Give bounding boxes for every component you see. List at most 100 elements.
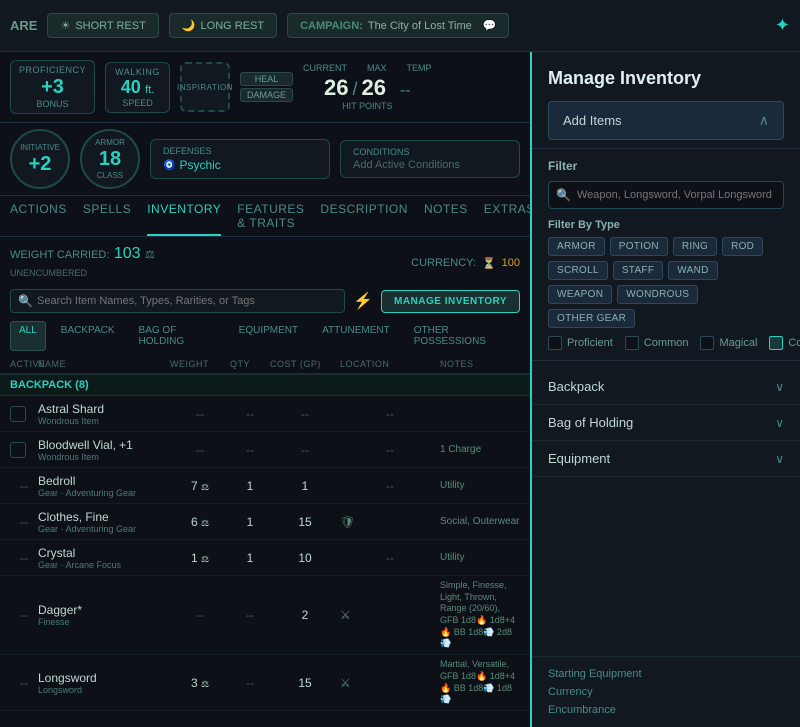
add-items-label: Add Items [563,113,622,128]
chat-icon[interactable]: 💬 [483,19,497,32]
manage-header: Manage Inventory Add Items ∧ [532,52,800,149]
star-icon: ✦ [775,15,790,36]
item-checkbox-bloodwell-vial[interactable] [10,442,26,458]
manage-title: Manage Inventory [548,68,784,89]
stats-row-2: INITIATIVE +2 ARMOR 18 CLASS DEFENSES 🧿 … [0,123,530,196]
left-panel: PROFICIENCY +3 BONUS WALKING 40 ft. SPEE… [0,52,530,727]
type-chip-staff[interactable]: STAFF [613,261,663,280]
bag-tab-all[interactable]: ALL [10,321,46,351]
damage-button[interactable]: DAMAGE [240,88,293,102]
type-chips: ARMOR POTION RING ROD SCROLL STAFF WAND … [548,237,784,328]
col-cost: COST (GP) [270,359,340,369]
short-rest-button[interactable]: ☀ SHORT REST [47,13,158,38]
col-name: NAME [38,359,170,369]
filter-section: Filter 🔍 Filter By Type ARMOR POTION RIN… [532,149,800,361]
section-equipment[interactable]: Equipment ∨ [532,441,800,477]
filter-icon[interactable]: ⚡ [353,291,373,311]
type-chip-scroll[interactable]: SCROLL [548,261,608,280]
extra-links: Starting Equipment Currency Encumbrance [532,656,800,727]
section-equipment-chevron: ∨ [775,452,784,466]
filter-title: Filter [548,159,784,173]
type-chip-wand[interactable]: WAND [668,261,717,280]
manage-inventory-button[interactable]: MANAGE INVENTORY [381,290,520,313]
tab-notes[interactable]: NOTES [424,202,468,236]
tab-extras[interactable]: EXTRAS [484,202,530,236]
table-row: -- Dagger* Finesse -- -- 2 ⚔ Simple, Fin… [0,576,530,655]
hp-section: CURRENT MAX TEMP 26 / 26 -- HIT POINTS [303,63,432,111]
section-bag-of-holding[interactable]: Bag of Holding ∨ [532,405,800,441]
tab-features[interactable]: FEATURES & TRAITS [237,202,304,236]
inventory-section: WEIGHT CARRIED: 103 ⚖ UNENCUMBERED CURRE… [0,237,530,727]
filter-search-wrap: 🔍 [548,181,784,209]
inventory-table-header: ACTIVE NAME WEIGHT QTY COST (GP) LOCATIO… [0,355,530,374]
chevron-up-icon: ∧ [759,112,769,129]
section-bag-chevron: ∨ [775,416,784,430]
armor-box: ARMOR 18 CLASS [80,129,140,189]
manage-inventory-panel: Manage Inventory Add Items ∧ Filter 🔍 Fi… [530,52,800,727]
nav-tabs: ACTIONS SPELLS INVENTORY FEATURES & TRAI… [0,196,530,237]
filter-search-input[interactable] [548,181,784,209]
bag-tab-bag-of-holding[interactable]: BAG OF HOLDING [130,321,224,351]
add-items-dropdown[interactable]: Add Items ∧ [548,101,784,140]
col-qty: QTY [230,359,270,369]
filter-by-type-title: Filter By Type [548,219,784,231]
checkbox-row: Proficient Common Magical Container [548,336,784,350]
type-chip-ring[interactable]: RING [673,237,717,256]
checkbox-proficient[interactable]: Proficient [548,336,613,350]
main-layout: PROFICIENCY +3 BONUS WALKING 40 ft. SPEE… [0,52,800,727]
table-row: -- Bedroll Gear · Adventuring Gear 7 ⚖ 1… [0,468,530,504]
bag-tab-other-possessions[interactable]: OTHER POSSESSIONS [405,321,520,351]
defenses-box: DEFENSES 🧿 Psychic [150,139,330,179]
type-chip-rod[interactable]: ROD [722,237,763,256]
heal-damage-btns: HEAL DAMAGE [240,72,293,102]
inventory-header: WEIGHT CARRIED: 103 ⚖ UNENCUMBERED CURRE… [0,237,530,285]
backpack-section-header: BACKPACK (8) [0,374,530,396]
tab-actions[interactable]: ACTIONS [10,202,67,236]
bag-tab-backpack[interactable]: BACKPACK [52,321,124,351]
sections-list: Backpack ∨ Bag of Holding ∨ Equipment ∨ [532,361,800,656]
currency-icon: ⏳ [482,257,496,270]
bag-tab-equipment[interactable]: EQUIPMENT [230,321,307,351]
tab-inventory[interactable]: INVENTORY [147,202,221,236]
type-chip-armor[interactable]: ARMOR [548,237,605,256]
encumbrance-link[interactable]: Encumbrance [548,701,784,719]
checkbox-container[interactable]: Container [769,336,800,350]
col-weight: WEIGHT [170,359,230,369]
heal-button[interactable]: HEAL [240,72,293,86]
search-wrap: 🔍 [10,289,345,313]
search-row: 🔍 ⚡ MANAGE INVENTORY [0,285,530,317]
short-rest-icon: ☀ [60,19,70,32]
proficiency-box: PROFICIENCY +3 BONUS [10,60,95,114]
long-rest-button[interactable]: 🌙 LONG REST [169,13,277,38]
section-backpack[interactable]: Backpack ∨ [532,369,800,405]
table-row: Bloodwell Vial, +1 Wondrous Item -- -- -… [0,432,530,468]
tab-description[interactable]: DESCRIPTION [320,202,408,236]
inspiration-box: INSPIRATION [180,62,230,112]
search-input[interactable] [10,289,345,313]
bag-tab-attunement[interactable]: ATTUNEMENT [313,321,399,351]
tab-spells[interactable]: SPELLS [83,202,131,236]
col-location: LOCATION [340,359,440,369]
type-chip-wondrous[interactable]: WONDROUS [617,285,698,304]
bag-tabs: ALL BACKPACK BAG OF HOLDING EQUIPMENT AT… [0,317,530,355]
type-chip-other-gear[interactable]: OTHER GEAR [548,309,635,328]
section-backpack-chevron: ∨ [775,380,784,394]
table-row: -- Longsword Longsword 3 ⚖ -- 15 ⚔ Marti… [0,655,530,711]
checkbox-magical[interactable]: Magical [700,336,757,350]
table-row: -- Clothes, Fine Gear · Adventuring Gear… [0,504,530,540]
starting-equipment-link[interactable]: Starting Equipment [548,665,784,683]
campaign-badge: CAMPAIGN: The City of Lost Time 💬 [287,13,509,38]
stats-row-1: PROFICIENCY +3 BONUS WALKING 40 ft. SPEE… [0,52,530,123]
walking-box: WALKING 40 ft. SPEED [105,62,170,113]
item-checkbox-astral-shard[interactable] [10,406,26,422]
initiative-box: INITIATIVE +2 [10,129,70,189]
table-row: Astral Shard Wondrous Item -- -- -- -- [0,396,530,432]
top-bar: ARE ☀ SHORT REST 🌙 LONG REST CAMPAIGN: T… [0,0,800,52]
page-title: ARE [10,18,37,33]
filter-search-icon: 🔍 [556,188,571,202]
type-chip-weapon[interactable]: WEAPON [548,285,612,304]
type-chip-potion[interactable]: POTION [610,237,668,256]
checkbox-common[interactable]: Common [625,336,689,350]
currency-link[interactable]: Currency [548,683,784,701]
long-rest-icon: 🌙 [182,19,196,32]
